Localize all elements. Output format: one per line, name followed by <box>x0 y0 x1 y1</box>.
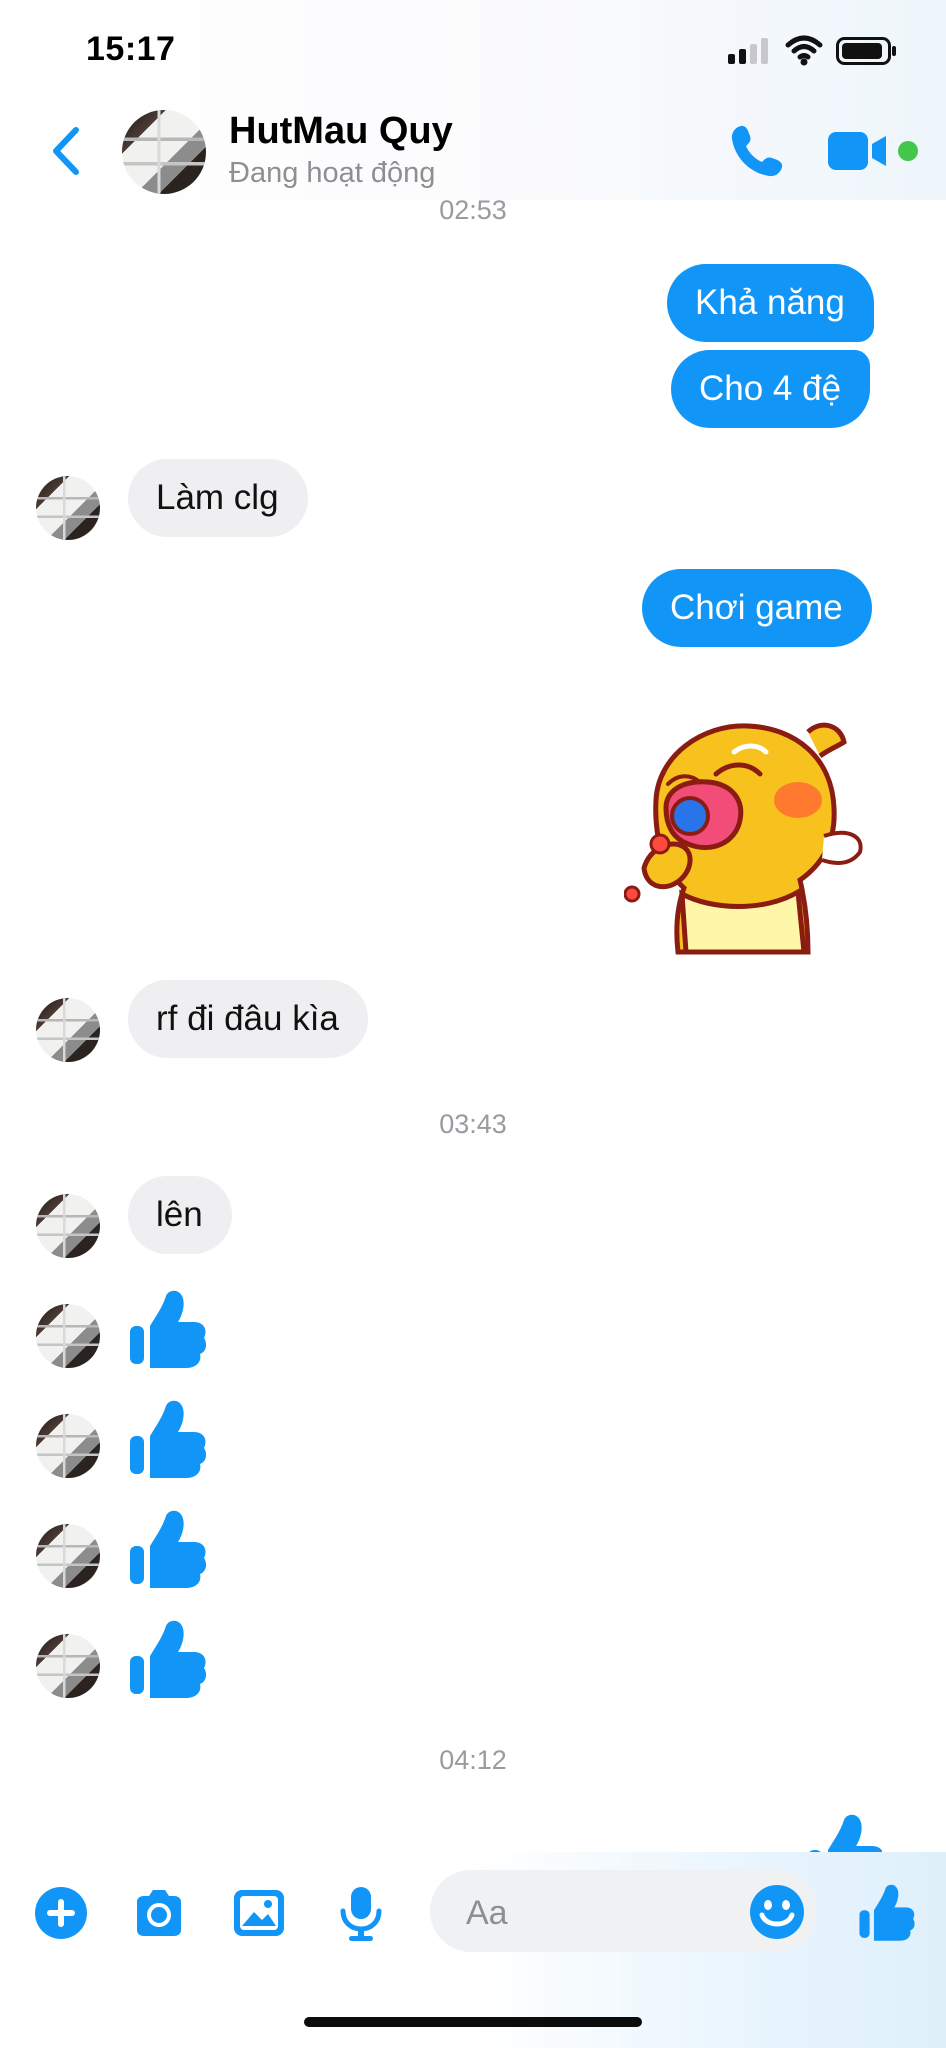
contact-avatar-small[interactable] <box>36 1414 100 1478</box>
avatar-photo <box>36 1194 100 1258</box>
video-call-icon[interactable] <box>826 128 890 174</box>
message-timestamp: 02:53 <box>439 195 507 225</box>
battery-icon <box>836 37 896 65</box>
wifi-icon <box>785 35 823 66</box>
avatar-photo <box>36 1304 100 1368</box>
online-status-dot <box>898 141 918 161</box>
camera-icon[interactable] <box>130 1884 188 1942</box>
phone-icon[interactable] <box>728 122 786 180</box>
microphone-icon[interactable] <box>332 1884 390 1942</box>
sticker[interactable] <box>624 716 872 956</box>
thumbs-up-icon[interactable] <box>858 1880 916 1942</box>
thumbs-up-icon[interactable] <box>128 1286 208 1368</box>
contact-name[interactable]: HutMau Quy <box>229 110 453 153</box>
thumbs-up-icon <box>808 1814 882 1856</box>
contact-status: Đang hoạt động <box>229 157 436 189</box>
plus-icon[interactable] <box>32 1884 90 1942</box>
contact-avatar-small[interactable] <box>36 1304 100 1368</box>
incoming-message[interactable]: rf đi đâu kìa <box>128 980 368 1058</box>
contact-avatar[interactable] <box>122 110 206 194</box>
cellular-signal-icon <box>728 38 768 64</box>
contact-avatar-small[interactable] <box>36 476 100 540</box>
avatar-photo <box>36 1634 100 1698</box>
contact-avatar-small[interactable] <box>36 1634 100 1698</box>
incoming-message[interactable]: Làm clg <box>128 459 308 537</box>
outgoing-message[interactable]: Cho 4 đệ <box>671 350 871 428</box>
message-timestamp: 03:43 <box>439 1109 507 1139</box>
outgoing-like-message[interactable] <box>806 1810 882 1856</box>
contact-avatar-small[interactable] <box>36 1194 100 1258</box>
contact-avatar-small[interactable] <box>36 1524 100 1588</box>
message-input-placeholder: Aa <box>466 1894 508 1932</box>
incoming-message[interactable]: lên <box>128 1176 232 1254</box>
home-indicator[interactable] <box>304 2017 642 2027</box>
thumbs-up-icon[interactable] <box>128 1396 208 1478</box>
thumbs-up-icon[interactable] <box>128 1616 208 1698</box>
yellow-creature-crying-sticker <box>624 722 863 955</box>
contact-avatar-small[interactable] <box>36 998 100 1062</box>
outgoing-message[interactable]: Khả năng <box>667 264 874 342</box>
message-timestamp: 04:12 <box>439 1745 507 1775</box>
thumbs-up-icon[interactable] <box>128 1506 208 1588</box>
avatar-photo <box>36 1524 100 1588</box>
avatar-photo <box>36 1414 100 1478</box>
image-icon[interactable] <box>230 1884 288 1942</box>
avatar-photo <box>36 998 100 1062</box>
outgoing-message[interactable]: Chơi game <box>642 569 872 647</box>
status-bar-time: 15:17 <box>86 30 176 68</box>
avatar-photo <box>36 476 100 540</box>
back-icon[interactable] <box>46 124 86 178</box>
emoji-icon[interactable] <box>748 1883 806 1941</box>
avatar-photo <box>122 110 206 194</box>
